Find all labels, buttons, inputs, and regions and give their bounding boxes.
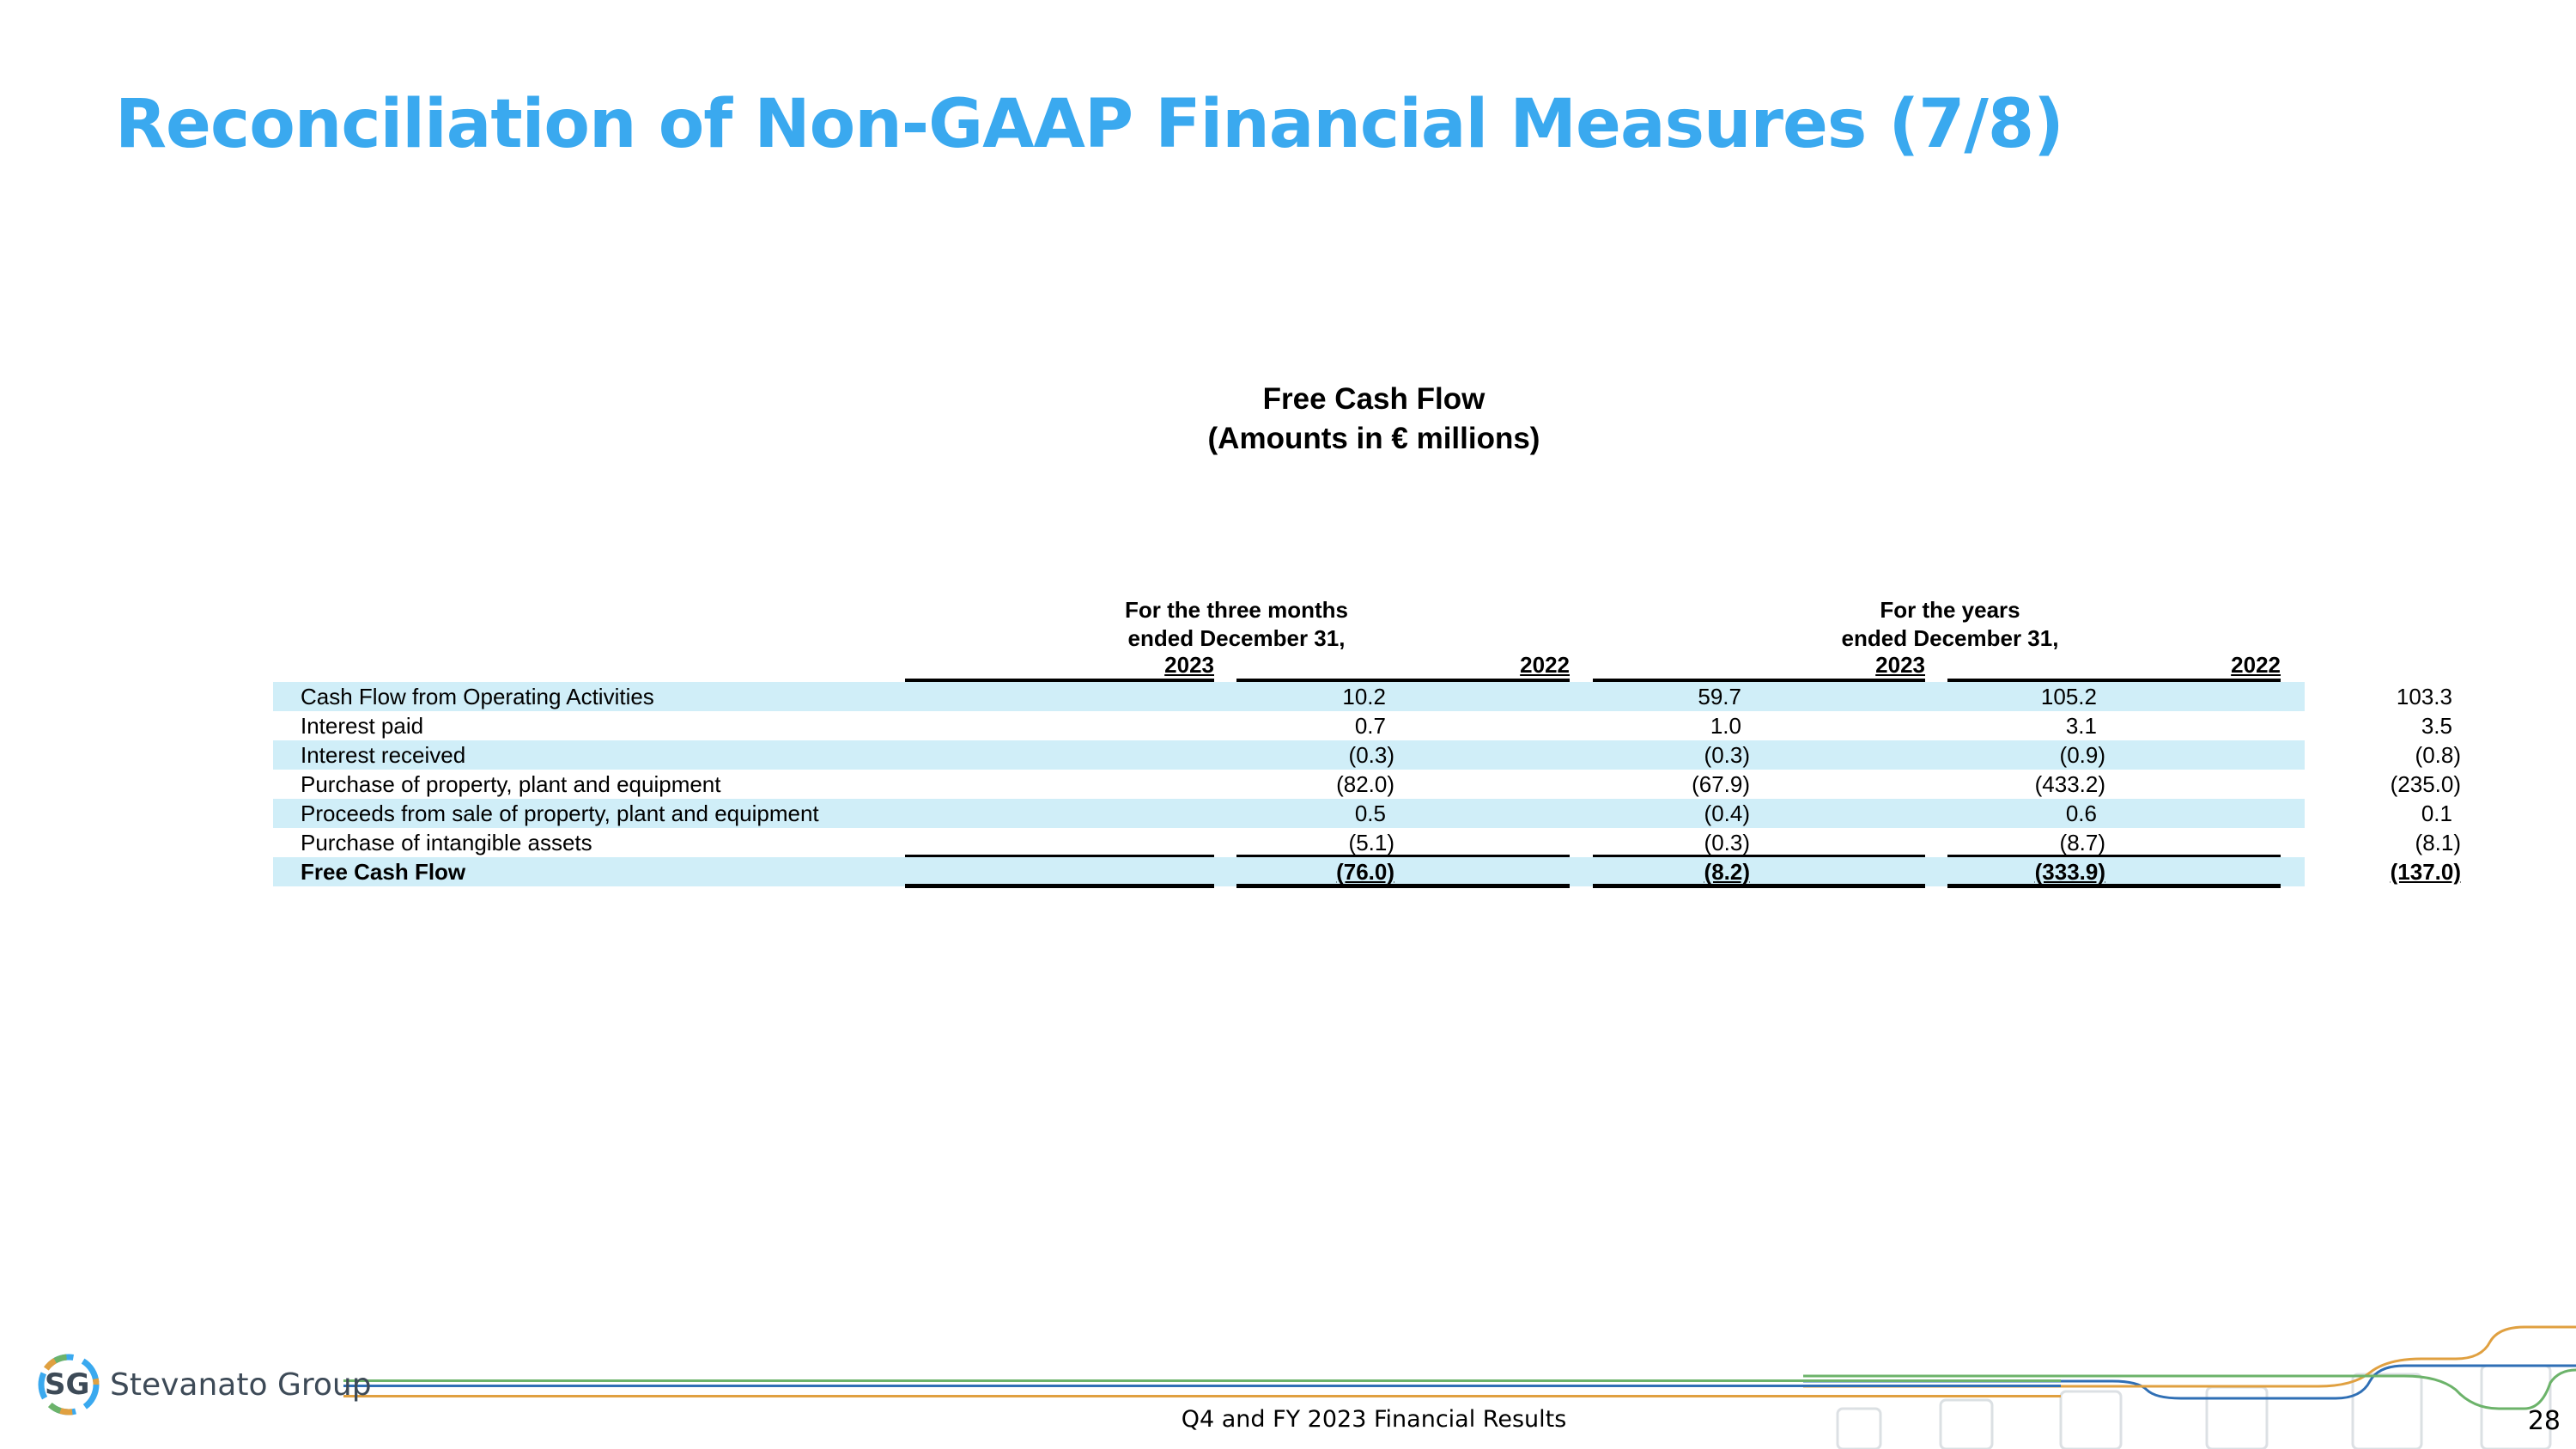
table-title: Free Cash Flow bbox=[1262, 382, 1485, 416]
row-value: 0.5 bbox=[1354, 801, 1386, 826]
year-label-y-2022: 2022 bbox=[2231, 652, 2281, 678]
row-label: Interest paid bbox=[301, 713, 424, 739]
footer-rule-blue bbox=[343, 1385, 2061, 1387]
table-row: Purchase of intangible assets (5.1) (0.3… bbox=[273, 828, 2461, 857]
row-label: Interest received bbox=[301, 742, 466, 768]
period-header-years: For the years ended December 31, bbox=[1778, 596, 2122, 653]
row-value: (8.2) bbox=[1704, 859, 1750, 885]
table-row: Interest received (0.3) (0.3) (0.9) (0.8… bbox=[273, 740, 2461, 770]
row-value: (0.3) bbox=[1704, 742, 1750, 768]
row-value: 103.3 bbox=[2396, 684, 2452, 709]
stevanato-group-logo: SG Stevanato Group bbox=[34, 1350, 372, 1419]
page-number: 28 bbox=[2527, 1406, 2561, 1436]
row-value: 10.2 bbox=[1342, 684, 1386, 709]
logo-name: Stevanato Group bbox=[110, 1367, 372, 1403]
logo-mark-text: SG bbox=[45, 1367, 90, 1402]
row-value: (82.0) bbox=[1336, 771, 1394, 797]
row-value: (8.1) bbox=[2415, 830, 2461, 855]
row-value: 3.5 bbox=[2421, 713, 2452, 739]
row-label: Purchase of intangible assets bbox=[301, 830, 592, 855]
footer-rule-orange bbox=[343, 1395, 2061, 1397]
table-row-total: Free Cash Flow (76.0) (8.2) (333.9) (137… bbox=[273, 857, 2461, 886]
row-value: 0.6 bbox=[2065, 801, 2097, 826]
subtotal-rule bbox=[905, 855, 1214, 857]
subtotal-rule bbox=[1947, 855, 2281, 857]
total-rule bbox=[1593, 884, 1925, 888]
total-rule bbox=[1236, 884, 1570, 888]
year-label-q-2023: 2023 bbox=[1164, 652, 1214, 678]
row-value: 59.7 bbox=[1698, 684, 1741, 709]
period-header-line: ended December 31, bbox=[1127, 625, 1346, 651]
row-value: (333.9) bbox=[2034, 859, 2105, 885]
period-header-line: ended December 31, bbox=[1841, 625, 2059, 651]
row-value: (0.3) bbox=[1348, 742, 1394, 768]
table-row: Purchase of property, plant and equipmen… bbox=[273, 770, 2461, 799]
decorative-footer-graphic bbox=[1803, 1325, 2576, 1449]
row-value: 1.0 bbox=[1710, 713, 1741, 739]
row-value: (0.4) bbox=[1704, 801, 1750, 826]
table-row: Interest paid 0.7 1.0 3.1 3.5 bbox=[273, 711, 2452, 740]
row-label: Purchase of property, plant and equipmen… bbox=[301, 771, 721, 797]
period-header-line: For the years bbox=[1880, 597, 2020, 623]
table-subtitle: (Amounts in € millions) bbox=[1207, 422, 1540, 455]
row-value: 0.7 bbox=[1354, 713, 1386, 739]
row-value: 105.2 bbox=[2040, 684, 2097, 709]
row-value: (235.0) bbox=[2390, 771, 2461, 797]
year-label-q-2022: 2022 bbox=[1520, 652, 1570, 678]
subtotal-rule bbox=[1593, 855, 1925, 857]
slide-title: Reconciliation of Non-GAAP Financial Mea… bbox=[115, 86, 2064, 163]
sg-logo-mark: SG bbox=[34, 1350, 103, 1419]
table-row: Cash Flow from Operating Activities 10.2… bbox=[273, 682, 2452, 711]
year-label-y-2023: 2023 bbox=[1875, 652, 1925, 678]
total-rule bbox=[1947, 884, 2281, 888]
row-value: (0.8) bbox=[2415, 742, 2461, 768]
table-heading: Free Cash Flow (Amounts in € millions) bbox=[945, 380, 1803, 459]
period-header-three-months: For the three months ended December 31, bbox=[1065, 596, 1408, 653]
row-value: 0.1 bbox=[2421, 801, 2452, 826]
row-value: (433.2) bbox=[2034, 771, 2105, 797]
row-value: 3.1 bbox=[2065, 713, 2097, 739]
row-value: (0.9) bbox=[2059, 742, 2105, 768]
row-value: (0.3) bbox=[1704, 830, 1750, 855]
row-value: (76.0) bbox=[1336, 859, 1394, 885]
subtotal-rule bbox=[1236, 855, 1570, 857]
row-label: Proceeds from sale of property, plant an… bbox=[301, 801, 819, 826]
row-value: (8.7) bbox=[2059, 830, 2105, 855]
period-header-line: For the three months bbox=[1124, 597, 1348, 623]
row-label: Free Cash Flow bbox=[301, 859, 466, 885]
row-value: (67.9) bbox=[1692, 771, 1750, 797]
row-label: Cash Flow from Operating Activities bbox=[301, 684, 654, 709]
row-value: (5.1) bbox=[1348, 830, 1394, 855]
footer-rule-green bbox=[343, 1379, 2061, 1382]
footer-caption: Q4 and FY 2023 Financial Results bbox=[1181, 1406, 1567, 1433]
table-row: Proceeds from sale of property, plant an… bbox=[273, 799, 2452, 828]
total-rule bbox=[905, 884, 1214, 888]
row-value: (137.0) bbox=[2390, 859, 2461, 885]
